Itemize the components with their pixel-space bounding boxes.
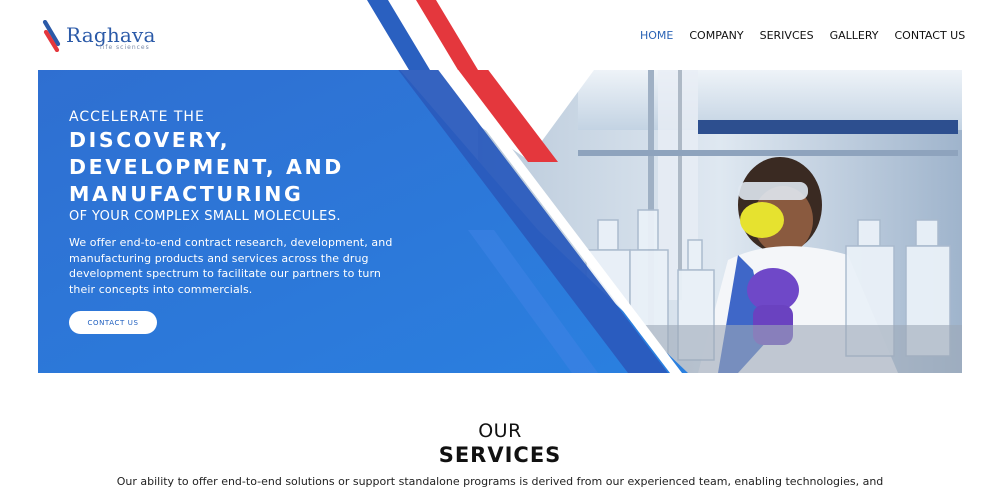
brand-logo[interactable]: Raghava life sciences [42, 20, 162, 54]
nav-home[interactable]: HOME [640, 29, 673, 42]
hero-text-block: ACCELERATE THE DISCOVERY, DEVELOPMENT, A… [69, 108, 429, 297]
hero-headline-line-2: DEVELOPMENT, AND [69, 155, 344, 179]
nav-contact-us[interactable]: CONTACT US [895, 29, 966, 42]
hero-eyebrow: ACCELERATE THE [69, 109, 205, 125]
services-description: Our ability to offer end-to-end solution… [116, 475, 884, 488]
hero-contact-button[interactable]: CONTACT US [69, 311, 157, 334]
hero-subheadline: OF YOUR COMPLEX SMALL MOLECULES. [69, 209, 341, 224]
services-title-our: OUR [478, 420, 522, 442]
services-title-services: SERVICES [438, 443, 562, 467]
brand-subtitle: life sciences [100, 44, 150, 51]
nav-services[interactable]: SERIVCES [760, 29, 814, 42]
hero-headline-line-1: DISCOVERY, [69, 128, 231, 152]
nav-company[interactable]: COMPANY [689, 29, 743, 42]
logo-mark-icon [42, 20, 61, 52]
nav-gallery[interactable]: GALLERY [830, 29, 879, 42]
hero-headline-line-3: MANUFACTURING [69, 182, 304, 206]
services-section: OUR SERVICES Our ability to offer end-to… [0, 420, 1000, 490]
main-nav: HOME COMPANY SERIVCES GALLERY CONTACT US [640, 29, 965, 42]
site-header: Raghava life sciences HOME COMPANY SERIV… [0, 0, 1000, 70]
hero-banner: ACCELERATE THE DISCOVERY, DEVELOPMENT, A… [38, 70, 962, 373]
hero-description: We offer end-to-end contract research, d… [69, 236, 393, 296]
